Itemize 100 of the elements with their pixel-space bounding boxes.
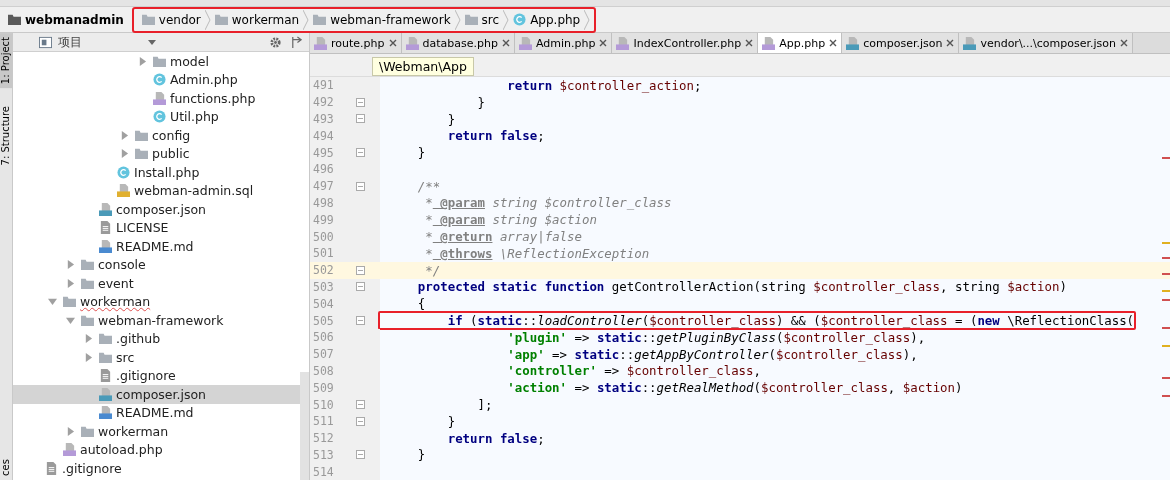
collapsed-arrow-icon[interactable] [65, 278, 75, 288]
breadcrumb-item[interactable]: workerman [210, 12, 304, 27]
close-icon[interactable] [946, 39, 955, 47]
collapsed-arrow-icon[interactable] [119, 130, 129, 140]
editor-tab[interactable]: IndexController.php [612, 33, 759, 53]
editor-tab[interactable]: Admin.php [514, 33, 613, 53]
tree-item[interactable]: config [13, 126, 300, 145]
close-icon[interactable] [388, 39, 397, 47]
breadcrumb-item[interactable]: App.php [509, 12, 585, 27]
fold-icon[interactable] [355, 114, 365, 124]
tool-window-tab[interactable]: ces [0, 455, 12, 480]
class-icon [153, 110, 166, 124]
tree-item[interactable]: LICENSE [13, 218, 300, 237]
line-number: 494 [312, 128, 335, 143]
tree-item[interactable]: autoload.php [13, 440, 300, 459]
tool-window-tab[interactable]: 1: Project [0, 33, 12, 89]
tree-item[interactable]: .github [13, 329, 300, 348]
close-icon[interactable] [501, 39, 510, 47]
fold-icon[interactable] [355, 148, 365, 158]
tree-item[interactable]: README.md [13, 237, 300, 256]
fold-icon[interactable] [355, 450, 365, 460]
pin-icon[interactable] [290, 35, 303, 49]
tree-item[interactable]: public [13, 144, 300, 163]
tree-item[interactable]: Install.php [13, 163, 300, 182]
line-number: 505 [312, 313, 335, 328]
fold-icon[interactable] [355, 400, 365, 410]
tree-item[interactable]: workerman [13, 422, 300, 441]
breadcrumb-item[interactable]: webmanadmin [4, 12, 128, 27]
code-line: 'controller' => $controller_class, [506, 362, 762, 381]
breadcrumb-item[interactable]: vendor [137, 12, 205, 27]
line-number: 510 [312, 397, 335, 412]
json-file-icon [99, 202, 112, 216]
tree-item[interactable]: README.md [13, 403, 300, 422]
php-file-icon [518, 36, 532, 50]
fold-icon[interactable] [355, 97, 365, 107]
json-file-icon [963, 36, 977, 50]
code-line: ]; [476, 396, 494, 415]
folder-icon [99, 350, 112, 364]
line-number: 507 [312, 347, 335, 362]
scrollbar-thumb[interactable] [300, 372, 309, 480]
editor-tab[interactable]: route.php [310, 33, 402, 53]
code-line: * @throws \ReflectionException [424, 244, 651, 263]
tree-item[interactable]: console [13, 255, 300, 274]
fold-icon[interactable] [355, 181, 365, 191]
tree-item[interactable]: Util.php [13, 107, 300, 126]
folder-icon [81, 276, 94, 290]
tree-item[interactable]: .gitignore [13, 459, 300, 478]
code-line: protected static function getControllerAction(string $controller_class, string $action) [416, 278, 1068, 297]
php-file-icon [616, 36, 630, 50]
editor-tab[interactable]: App.php [758, 33, 843, 53]
tree-item[interactable]: webman-admin.sql [13, 181, 300, 200]
tree-item[interactable]: workerman [13, 292, 300, 311]
class-icon [117, 165, 130, 179]
text-file-icon [99, 369, 112, 383]
tree-item[interactable]: model [13, 52, 300, 71]
editor-tab[interactable]: database.php [401, 33, 515, 53]
close-icon[interactable] [599, 39, 608, 47]
line-number: 500 [312, 229, 335, 244]
md-file-icon [99, 239, 112, 253]
folder-icon [135, 128, 148, 142]
chevron-icon [454, 9, 461, 30]
fold-icon[interactable] [355, 316, 365, 326]
tree-item[interactable]: composer.json [13, 200, 300, 219]
folder-icon [464, 13, 478, 26]
tree-item[interactable]: .gitignore [13, 366, 300, 385]
close-icon[interactable] [829, 39, 838, 47]
collapsed-arrow-icon[interactable] [83, 352, 93, 362]
fold-icon[interactable] [355, 265, 365, 275]
close-icon[interactable] [1120, 39, 1128, 47]
folder-icon [141, 13, 155, 26]
folder-icon [81, 258, 94, 272]
tree-item[interactable]: event [13, 274, 300, 293]
editor-tab[interactable]: vendor\...\composer.json [959, 33, 1133, 53]
breadcrumb-item[interactable]: src [460, 12, 504, 27]
line-number: 512 [312, 431, 335, 446]
code-line: } [446, 110, 457, 129]
tree-item[interactable]: functions.php [13, 89, 300, 108]
line-number: 493 [312, 112, 335, 126]
breadcrumb-item[interactable]: webman-framework [309, 12, 455, 27]
code-line: return false; [446, 429, 546, 448]
tree-item[interactable]: composer.json [13, 385, 300, 404]
line-number: 496 [312, 162, 335, 177]
editor-tab[interactable]: composer.json [842, 33, 960, 53]
tree-item[interactable]: Admin.php [13, 70, 300, 89]
collapsed-arrow-icon[interactable] [65, 260, 75, 270]
folder-icon [99, 332, 112, 346]
fold-icon[interactable] [355, 282, 365, 292]
line-number: 498 [312, 195, 335, 210]
collapsed-arrow-icon[interactable] [83, 334, 93, 344]
tree-item[interactable]: webman-framework [13, 311, 300, 330]
fold-icon[interactable] [355, 416, 365, 426]
tool-window-tab[interactable]: 7: Structure [0, 102, 12, 170]
close-icon[interactable] [745, 39, 754, 47]
collapsed-arrow-icon[interactable] [119, 149, 129, 159]
collapsed-arrow-icon[interactable] [65, 426, 75, 436]
expanded-arrow-icon[interactable] [47, 297, 57, 307]
tree-item[interactable]: src [13, 348, 300, 367]
settings-icon[interactable] [269, 35, 282, 49]
expanded-arrow-icon[interactable] [65, 315, 75, 325]
collapsed-arrow-icon[interactable] [137, 56, 147, 66]
